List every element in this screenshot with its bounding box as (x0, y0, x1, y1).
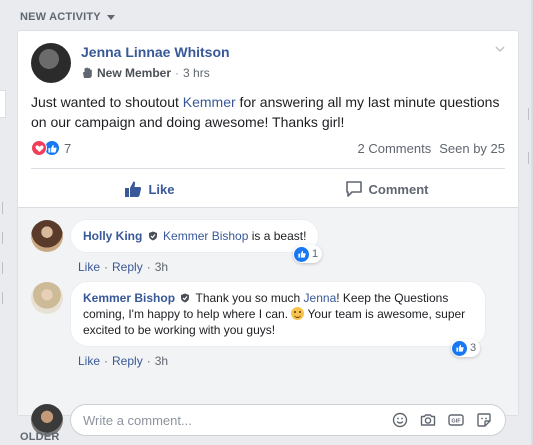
member-badge: New Member (97, 66, 172, 80)
comment-mention[interactable]: Jenna (304, 291, 337, 305)
post-actions: Like Comment (31, 173, 505, 205)
comment-reply-link[interactable]: Reply (112, 260, 143, 274)
comment-button-label: Comment (368, 181, 429, 197)
like-reaction-icon (294, 246, 309, 262)
commenter-avatar[interactable] (31, 220, 63, 252)
comment-reaction-count: 3 (470, 342, 477, 354)
comments-count[interactable]: 2 Comments (358, 141, 432, 156)
comment-reaction-count: 1 (312, 248, 319, 260)
comment-text: is a beast! (248, 229, 307, 243)
comment-meta: Like · Reply · 3h (78, 354, 168, 368)
comments-section: Holly King Kemmer Bishop is a beast! 1 L… (18, 207, 518, 436)
new-activity-header[interactable]: NEW ACTIVITY (20, 11, 115, 23)
verified-shield-icon (148, 231, 157, 241)
post-text: Just wanted to shoutout Kemmer for answe… (31, 92, 507, 132)
chevron-down-icon[interactable] (494, 43, 506, 55)
comment-time[interactable]: 3h (155, 260, 168, 274)
comment-like-link[interactable]: Like (78, 354, 100, 368)
left-tick (0, 202, 3, 214)
post-text-before: Just wanted to shoutout (31, 94, 183, 110)
post-meta: New Member · 3 hrs (81, 66, 210, 80)
sticker-icon[interactable] (475, 411, 493, 429)
comment-bubble: Holly King Kemmer Bishop is a beast! (70, 219, 320, 253)
comment-mention[interactable]: Kemmer Bishop (163, 229, 248, 243)
caret-down-icon[interactable] (106, 14, 115, 20)
like-button-label: Like (148, 181, 175, 197)
left-tick (0, 262, 3, 274)
post-card: Jenna Linnae Whitson New Member · 3 hrs … (17, 30, 519, 436)
divider (31, 168, 505, 169)
seen-by[interactable]: Seen by 25 (439, 141, 505, 156)
comment-reaction-badge[interactable]: 3 (451, 339, 481, 357)
composer-tools: GIF (391, 411, 505, 429)
post-time[interactable]: 3 hrs (183, 66, 210, 80)
reaction-count: 7 (64, 140, 72, 156)
comment-bubble: Kemmer Bishop Thank you so much Jenna! K… (70, 281, 486, 347)
comment-meta: Like · Reply · 3h (78, 260, 168, 274)
reaction-summary[interactable]: 7 (31, 140, 71, 156)
comment-like-link[interactable]: Like (78, 260, 100, 274)
separator-dot: · (146, 260, 151, 274)
thumbs-up-icon (125, 181, 142, 197)
section-title: NEW ACTIVITY (20, 11, 101, 23)
camera-icon[interactable] (419, 411, 437, 429)
comment-author[interactable]: Holly King (83, 229, 142, 243)
comment-bubble-icon (345, 181, 362, 197)
left-tick (0, 232, 3, 244)
comment-text-before: Thank you so much (192, 291, 304, 305)
comment-reply-link[interactable]: Reply (112, 354, 143, 368)
like-reaction-icon (452, 340, 467, 356)
left-tick (0, 292, 3, 304)
comment-composer[interactable]: GIF (70, 404, 506, 436)
post-stats: 2 Comments Seen by 25 (358, 141, 505, 156)
comment-reaction-badge[interactable]: 1 (293, 245, 323, 263)
left-panel-stub (0, 90, 6, 118)
verified-shield-icon (181, 293, 190, 303)
comment-author[interactable]: Kemmer Bishop (83, 291, 175, 305)
separator-dot: · (104, 354, 109, 368)
separator-dot: · (104, 260, 109, 274)
comment-button[interactable]: Comment (268, 173, 505, 205)
older-header[interactable]: OLDER (20, 431, 60, 443)
author-avatar[interactable] (31, 43, 71, 83)
gif-icon[interactable]: GIF (447, 411, 465, 429)
post-mention[interactable]: Kemmer (183, 94, 236, 110)
like-button[interactable]: Like (31, 173, 268, 205)
right-tick (528, 152, 531, 164)
commenter-avatar[interactable] (31, 282, 63, 314)
separator-dot: · (146, 354, 151, 368)
raised-hand-icon (83, 67, 92, 78)
emoji-icon[interactable] (391, 411, 409, 429)
separator-dot: · (175, 66, 180, 80)
love-reaction-icon (31, 140, 47, 156)
right-tick (528, 108, 531, 120)
left-edge (0, 0, 10, 445)
post-author[interactable]: Jenna Linnae Whitson (81, 44, 230, 60)
comment-time[interactable]: 3h (155, 354, 168, 368)
smiley-emoji-icon (291, 307, 305, 320)
comment-input[interactable] (83, 412, 391, 428)
svg-text:GIF: GIF (451, 419, 461, 425)
